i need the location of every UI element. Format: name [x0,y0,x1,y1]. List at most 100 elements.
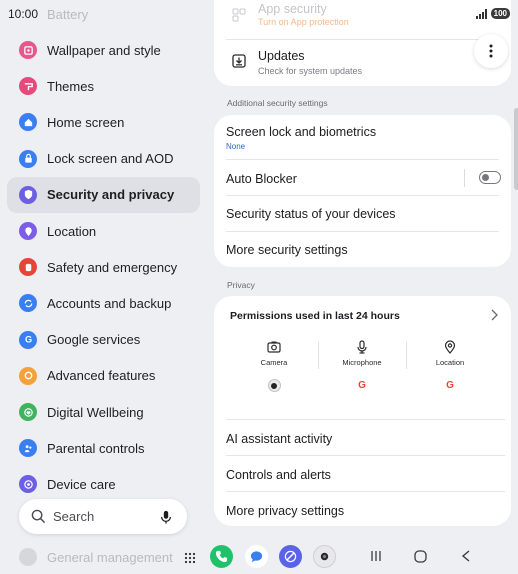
app-drawer-icon[interactable] [184,552,196,564]
sidebar-item-label: Wallpaper and style [47,42,161,58]
controls-alerts-row[interactable]: Controls and alerts [226,468,331,482]
status-icons: 100 [475,8,510,19]
internet-app-icon[interactable] [279,545,302,568]
updates-subtitle: Check for system updates [258,66,363,76]
sidebar-item-themes[interactable]: Themes [7,68,200,104]
sidebar-item-label: Safety and emergency [47,259,178,275]
divider [226,419,505,420]
security-status-row[interactable]: Security status of your devices [226,207,396,221]
screen-lock-title: Screen lock and biometrics [226,125,377,139]
sidebar-item-label: Parental controls [47,440,145,456]
search-bar[interactable]: Search [19,499,187,534]
wellbeing-icon [19,403,37,421]
divider [226,491,505,492]
sidebar-item-location[interactable]: Location [7,213,200,249]
additional-security-header: Additional security settings [227,98,328,108]
google-g-icon: G [19,330,37,349]
sidebar-item-label: Device care [47,476,116,492]
app-security-title[interactable]: App security [258,2,327,16]
auto-blocker-label[interactable]: Auto Blocker [226,172,297,186]
sidebar-item-label: Security and privacy [47,187,175,203]
google-app-icon: G [446,380,454,391]
search-icon [31,509,46,524]
home-button-icon[interactable] [414,550,427,563]
microphone-label: Microphone [342,358,382,367]
wallpaper-icon [19,41,37,59]
ai-assistant-activity-row[interactable]: AI assistant activity [226,432,332,446]
parental-icon [19,439,37,458]
updates-title: Updates [258,49,305,63]
toggle-separator [464,169,465,187]
sidebar-item-wallpaper-and-style[interactable]: Wallpaper and style [7,32,200,68]
sidebar-item-google-services[interactable]: G Google services [7,322,200,358]
divider [226,39,499,40]
edge-panel-handle[interactable] [514,108,518,190]
sidebar-item-label: Themes [47,78,94,94]
divider [226,159,499,160]
status-time: 10:00 [8,7,39,21]
sidebar-item-digital-wellbeing[interactable]: Digital Wellbeing [7,394,200,430]
divider [226,195,499,196]
sidebar-item-label: Home screen [47,114,125,130]
sidebar-item-advanced-features[interactable]: Advanced features [7,358,200,394]
battery-icon: 100 [490,8,510,19]
more-vertical-icon [489,44,493,58]
back-button-icon[interactable] [461,550,471,562]
location-pin-icon [19,222,37,240]
additional-security-card: Screen lock and biometrics None Auto Blo… [214,115,511,267]
messages-app-icon[interactable] [245,545,268,568]
sidebar-item-label: Google services [47,332,141,348]
nav-item-battery-faded[interactable]: Battery [47,7,88,22]
divider [226,455,505,456]
camera-cutout [382,5,401,24]
camera-app-icon[interactable] [313,545,336,568]
updates-row[interactable]: Updates Check for system updates [258,49,362,76]
settings-category-list: Battery Wallpaper and style Themes Home sc… [0,0,208,574]
search-label: Search [53,509,95,524]
sidebar-item-home-screen[interactable]: Home screen [7,104,200,140]
updates-icon [232,54,246,68]
recent-apps-icon[interactable] [370,550,382,562]
microphone-icon [357,340,367,354]
google-app-icon: G [358,380,366,391]
app-security-icon [232,8,246,22]
microphone-icon[interactable] [159,510,173,524]
camera-label: Camera [260,358,288,367]
lock-icon [19,149,37,168]
more-options-button[interactable] [474,34,508,68]
sidebar-item-security-and-privacy[interactable]: Security and privacy [7,176,200,213]
shield-icon [19,185,37,204]
sync-icon [19,294,37,313]
sidebar-item-label: Advanced features [47,368,156,384]
screen-lock-row[interactable]: Screen lock and biometrics None [226,125,496,151]
sidebar-item-device-care[interactable]: Device care [7,466,200,502]
sidebar-item-label: Location [47,223,97,239]
permissions-title[interactable]: Permissions used in last 24 hours [230,310,400,322]
star-icon [19,366,37,385]
more-privacy-settings-row[interactable]: More privacy settings [226,504,344,518]
chevron-right-icon[interactable] [489,309,499,321]
emergency-icon [19,258,37,277]
sidebar-item-lock-screen-and-aod[interactable]: Lock screen and AOD [7,141,200,177]
security-privacy-panel: App security Turn on App protection Upda… [208,0,518,574]
camera-icon [267,341,281,353]
more-security-settings-row[interactable]: More security settings [226,243,348,257]
taskbar [0,540,518,574]
permission-microphone[interactable]: Microphone G [318,340,406,392]
auto-blocker-toggle[interactable] [479,171,501,184]
sidebar-item-label: Accounts and backup [47,295,172,311]
sidebar-item-safety-and-emergency[interactable]: Safety and emergency [7,249,200,285]
signal-icon [475,8,487,19]
permission-location[interactable]: Location G [406,340,494,392]
themes-icon [19,77,37,96]
sidebar-item-accounts-and-backup[interactable]: Accounts and backup [7,285,200,321]
permission-camera[interactable]: Camera [230,340,318,392]
app-security-subtitle: Turn on App protection [258,17,349,27]
sidebar-item-label: Lock screen and AOD [47,151,174,167]
camera-app-icon [267,379,281,392]
location-pin-icon [444,340,456,354]
sidebar-item-label: Digital Wellbeing [47,404,144,420]
sidebar-item-parental-controls[interactable]: Parental controls [7,430,200,466]
screen-lock-value: None [226,142,246,151]
phone-app-icon[interactable] [210,545,233,568]
